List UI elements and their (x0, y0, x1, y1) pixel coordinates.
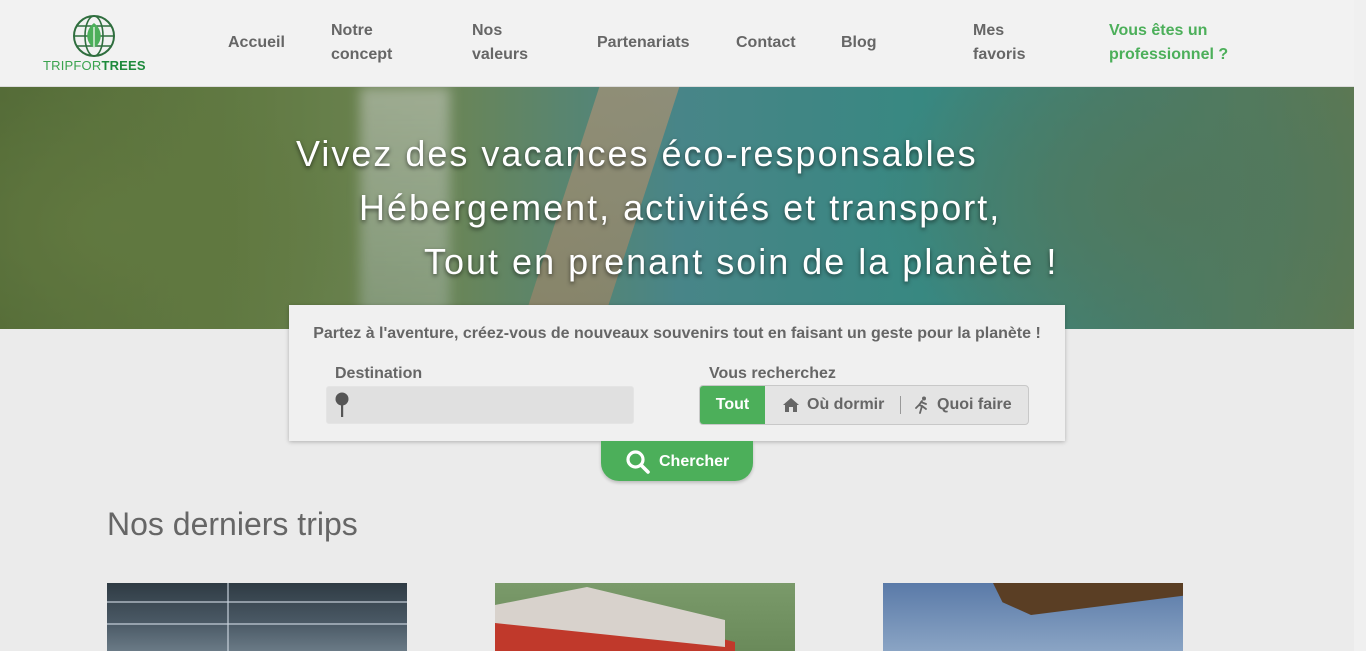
running-person-icon (915, 396, 927, 414)
nav-professional-line1: Vous êtes un (1109, 22, 1208, 39)
search-type-label: Vous recherchez (709, 365, 836, 382)
nav-values[interactable]: Nos valeurs (472, 19, 528, 67)
option-all[interactable]: Tout (700, 386, 765, 424)
nav-contact[interactable]: Contact (736, 31, 796, 55)
trip-card[interactable] (107, 583, 407, 651)
nav-partners[interactable]: Partenariats (597, 31, 690, 55)
option-where-to-sleep[interactable]: Où dormir (807, 386, 884, 424)
nav-home[interactable]: Accueil (228, 31, 285, 55)
globe-leaf-icon (73, 15, 115, 57)
latest-trips-title: Nos derniers trips (107, 506, 358, 542)
hero-line-1: Vivez des vacances éco-responsables (296, 133, 978, 174)
nav-concept-line2: concept (331, 46, 393, 63)
site-logo[interactable]: TRIPFORTREES (43, 14, 146, 74)
logo-text-part2: TREES (101, 58, 146, 73)
site-header: TRIPFORTREES Accueil Notre concept Nos v… (0, 0, 1354, 87)
card-image-detail (993, 583, 1183, 615)
nav-favorites-line2: favoris (973, 46, 1026, 63)
hero-line-2: Hébergement, activités et transport, (359, 187, 1002, 228)
nav-favorites[interactable]: Mes favoris (973, 19, 1025, 67)
nav-values-line2: valeurs (472, 46, 529, 63)
search-intro: Partez à l'aventure, créez-vous de nouve… (313, 325, 1041, 342)
option-what-to-do[interactable]: Quoi faire (937, 386, 1012, 424)
page-scrollbar[interactable] (1354, 0, 1366, 651)
search-panel: Partez à l'aventure, créez-vous de nouve… (289, 305, 1065, 441)
card-image-detail (227, 583, 229, 651)
nav-values-line1: Nos (472, 22, 503, 39)
logo-text-part1: TRIPFOR (43, 58, 102, 73)
trip-card[interactable] (495, 583, 795, 651)
search-type-toggle: Tout Où dormir Quoi faire (699, 385, 1029, 425)
destination-label: Destination (335, 365, 423, 382)
home-icon (783, 398, 799, 412)
hero-line-3: Tout en prenant soin de la planète ! (424, 241, 1059, 282)
hero-banner: Vivez des vacances éco-responsables Hébe… (0, 87, 1354, 329)
destination-input[interactable] (326, 386, 634, 424)
nav-concept-line1: Notre (331, 22, 373, 39)
logo-wordmark: TRIPFORTREES (43, 58, 146, 73)
card-image-detail (107, 601, 407, 603)
nav-professional-line2: professionnel ? (1109, 46, 1229, 63)
search-button-label: Chercher (659, 453, 730, 470)
nav-concept[interactable]: Notre concept (331, 19, 392, 67)
nav-blog[interactable]: Blog (841, 31, 877, 55)
toggle-divider (900, 396, 901, 414)
trip-card[interactable] (883, 583, 1183, 651)
nav-favorites-line1: Mes (973, 22, 1005, 39)
search-icon (626, 450, 650, 474)
map-pin-icon (335, 392, 349, 417)
card-image-detail (107, 623, 407, 625)
search-button[interactable]: Chercher (601, 441, 753, 481)
nav-professional[interactable]: Vous êtes un professionnel ? (1109, 19, 1228, 67)
